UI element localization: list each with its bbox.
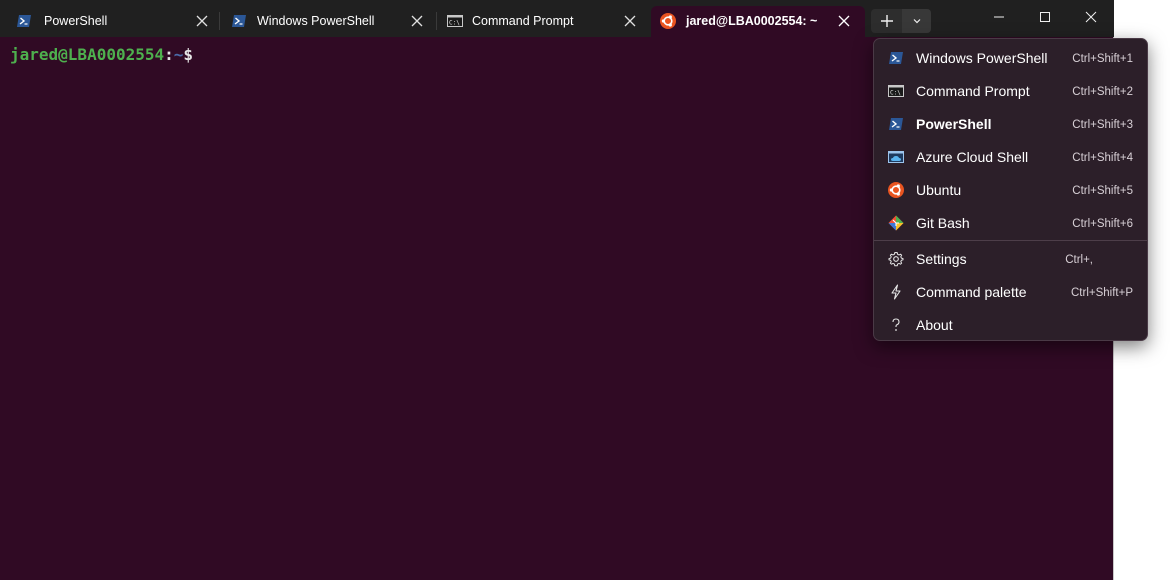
tab-title: jared@LBA0002554: ~: [686, 14, 818, 28]
new-tab-split-button: [871, 9, 931, 33]
menu-item-shortcut: Ctrl+Shift+P: [1071, 287, 1133, 299]
svg-text:C:\: C:\: [449, 20, 460, 27]
minimize-button[interactable]: [976, 0, 1022, 34]
new-tab-dropdown-menu: Windows PowerShell Ctrl+Shift+1 C:\ Comm…: [873, 38, 1148, 341]
tab-separator: [219, 12, 220, 30]
menu-item-ubuntu[interactable]: Ubuntu Ctrl+Shift+5: [878, 174, 1143, 205]
close-icon: [1085, 11, 1097, 23]
ubuntu-icon: [888, 182, 904, 198]
menu-item-settings[interactable]: Settings Ctrl+,: [878, 243, 1143, 274]
prompt-user-host: jared@LBA0002554: [10, 45, 165, 64]
menu-item-shortcut: Ctrl+Shift+4: [1072, 152, 1133, 164]
command-prompt-icon: C:\: [447, 13, 463, 29]
question-icon: [888, 317, 904, 333]
maximize-icon: [1040, 12, 1050, 22]
tab-command-prompt[interactable]: C:\ Command Prompt: [437, 6, 649, 37]
svg-text:C:\: C:\: [890, 90, 901, 97]
close-icon[interactable]: [623, 14, 637, 28]
tab-title: PowerShell: [44, 14, 108, 28]
tab-title: Windows PowerShell: [257, 14, 375, 28]
close-icon[interactable]: [837, 14, 851, 28]
menu-item-label: Command Prompt: [916, 83, 1030, 99]
menu-item-shortcut: Ctrl+Shift+6: [1072, 218, 1133, 230]
menu-item-shortcut: Ctrl+,: [1065, 254, 1093, 266]
menu-item-shortcut: Ctrl+Shift+1: [1072, 53, 1133, 65]
menu-item-git-bash[interactable]: Git Bash Ctrl+Shift+6: [878, 207, 1143, 238]
menu-item-azure-cloud-shell[interactable]: Azure Cloud Shell Ctrl+Shift+4: [878, 141, 1143, 172]
prompt-dollar: $: [183, 45, 194, 64]
menu-item-powershell[interactable]: PowerShell Ctrl+Shift+3: [878, 108, 1143, 139]
menu-item-label: Azure Cloud Shell: [916, 149, 1029, 165]
menu-item-shortcut: Ctrl+Shift+2: [1072, 86, 1133, 98]
menu-item-shortcut: Ctrl+Shift+5: [1072, 185, 1133, 197]
gear-icon: [888, 251, 904, 267]
menu-item-windows-powershell[interactable]: Windows PowerShell Ctrl+Shift+1: [878, 42, 1143, 73]
plus-icon: [880, 15, 893, 27]
azure-cloud-shell-icon: [888, 149, 904, 165]
close-window-button[interactable]: [1068, 0, 1114, 34]
prompt-colon: :: [164, 45, 174, 64]
git-icon: [888, 215, 904, 231]
tab-powershell[interactable]: PowerShell: [6, 6, 218, 37]
powershell-icon: [16, 13, 32, 29]
minimize-icon: [994, 16, 1004, 18]
menu-item-label: Git Bash: [916, 215, 970, 231]
powershell-icon: [888, 50, 904, 66]
menu-item-label: Windows PowerShell: [916, 50, 1048, 66]
tab-windows-powershell[interactable]: Windows PowerShell: [221, 6, 435, 37]
tab-title: Command Prompt: [472, 14, 574, 28]
title-bar: PowerShell Windows PowerShell C:\ Comman…: [0, 0, 1114, 37]
terminal-content[interactable]: jared@LBA0002554:~$: [10, 45, 193, 64]
menu-item-label: Command palette: [916, 284, 1027, 300]
menu-item-label: About: [916, 317, 953, 333]
new-tab-dropdown-button[interactable]: [902, 9, 931, 33]
menu-item-label: Ubuntu: [916, 182, 962, 198]
menu-item-about[interactable]: About: [878, 309, 1143, 340]
new-tab-button[interactable]: [871, 9, 902, 33]
powershell-icon: [231, 13, 247, 29]
ubuntu-icon: [660, 13, 676, 29]
menu-item-label: PowerShell: [916, 116, 992, 132]
powershell-icon: [888, 116, 904, 132]
tab-ubuntu[interactable]: jared@LBA0002554: ~: [651, 6, 865, 37]
menu-item-command-prompt[interactable]: C:\ Command Prompt Ctrl+Shift+2: [878, 75, 1143, 106]
maximize-button[interactable]: [1022, 0, 1068, 34]
prompt-path: ~: [173, 45, 184, 64]
close-icon[interactable]: [410, 14, 424, 28]
menu-item-label: Settings: [916, 251, 967, 267]
lightning-icon: [888, 284, 904, 300]
chevron-down-icon: [913, 19, 920, 24]
menu-item-shortcut: Ctrl+Shift+3: [1072, 119, 1133, 131]
menu-divider: [874, 240, 1147, 241]
close-icon[interactable]: [195, 14, 209, 28]
command-prompt-icon: C:\: [888, 83, 904, 99]
menu-item-command-palette[interactable]: Command palette Ctrl+Shift+P: [878, 276, 1143, 307]
